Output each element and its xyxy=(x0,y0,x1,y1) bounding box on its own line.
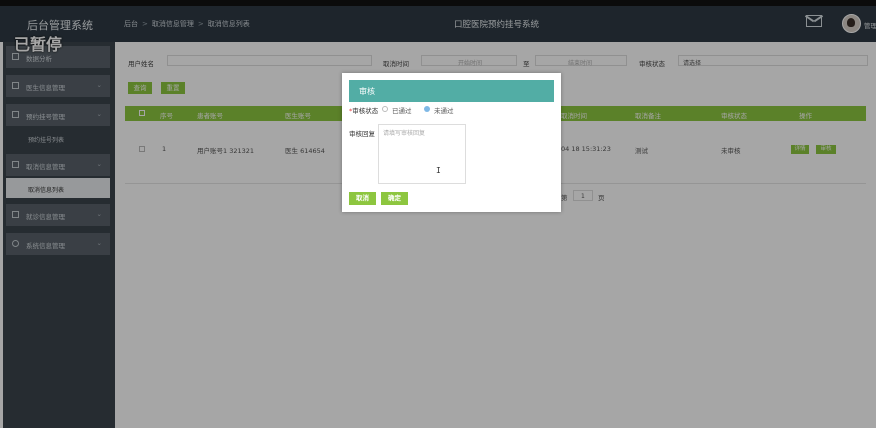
cancel-button[interactable]: 取消 xyxy=(349,192,376,205)
review-dialog: 审核 *审核状态 已通过 未通过 审核回复 请填写审核回复 取消 确定 xyxy=(342,73,561,212)
confirm-button[interactable]: 确定 xyxy=(381,192,408,205)
text-cursor-icon: I xyxy=(436,166,441,175)
radio-passed[interactable] xyxy=(382,106,388,112)
review-reply-textarea[interactable]: 请填写审核回复 xyxy=(378,124,466,184)
radio-rejected-label[interactable]: 未通过 xyxy=(434,105,454,115)
radio-passed-label[interactable]: 已通过 xyxy=(392,105,412,115)
review-reply-placeholder: 请填写审核回复 xyxy=(383,130,426,137)
review-reply-label: 审核回复 xyxy=(349,130,375,138)
dialog-header: 审核 xyxy=(349,80,554,102)
review-status-field-label: *审核状态 xyxy=(349,107,379,115)
modal-backdrop[interactable] xyxy=(0,0,876,428)
dialog-title: 审核 xyxy=(359,87,375,96)
radio-rejected[interactable] xyxy=(424,106,430,112)
